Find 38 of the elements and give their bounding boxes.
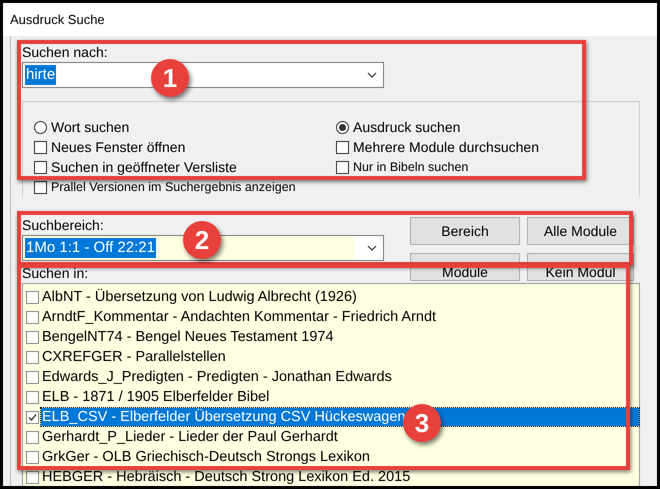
module-item[interactable]: ELB - 1871 / 1905 Elberfelder Bibel xyxy=(41,388,270,406)
module-item[interactable]: Edwards_J_Predigten - Predigten - Jonathan Edwards xyxy=(41,368,392,386)
checkbox-option[interactable]: Mehrere Module durchsuchen xyxy=(336,138,639,156)
checkbox-option[interactable]: Prallel Versionen im Suchergebnis anzeigen xyxy=(34,178,336,196)
list-checkbox[interactable] xyxy=(26,290,39,304)
dialog-button[interactable]: Alle Module xyxy=(527,217,634,245)
module-item[interactable]: GrkGer - OLB Griechisch-Deutsch Strongs Lexikon xyxy=(41,448,370,466)
field-label: Suchbereich: xyxy=(22,217,104,233)
list-checkbox[interactable] xyxy=(26,330,39,344)
list-checkbox[interactable] xyxy=(26,370,39,384)
list-checkbox[interactable] xyxy=(26,450,39,464)
range-value: 1Mo 1:1 - Off 22:21 xyxy=(25,238,156,258)
module-item[interactable]: AlbNT - Übersetzung von Ludwig Albrecht (1926) xyxy=(41,288,357,306)
checkbox-option[interactable]: Suchen in geöffneter Versliste xyxy=(34,158,336,176)
radio-button[interactable]: Ausdruck suchen xyxy=(336,118,639,136)
window-title: Ausdruck Suche xyxy=(10,12,105,27)
module-item[interactable]: BengelNT74 - Bengel Neues Testament 1974 xyxy=(41,328,334,346)
dropdown-caret-icon[interactable] xyxy=(367,245,377,251)
list-checkbox[interactable] xyxy=(26,470,39,484)
list-checkbox[interactable] xyxy=(26,410,39,424)
module-item[interactable]: ArndtF_Kommentar - Andachten Kommentar - Friedrich Arndt xyxy=(41,308,436,326)
module-item[interactable]: Gerhardt_P_Lieder - Lieder der Paul Gerhardt xyxy=(41,428,338,446)
annotation-badge: 1 xyxy=(151,59,189,97)
checkbox-option[interactable]: Nur in Bibeln suchen xyxy=(336,158,639,176)
search-value: hirte xyxy=(25,65,56,85)
dialog-button[interactable]: Bereich xyxy=(410,217,520,245)
radio-button[interactable]: Wort suchen xyxy=(34,118,336,136)
module-item[interactable]: HEBGER - Hebräisch - Deutsch Strong Lexikon Ed. 2015 xyxy=(41,468,410,486)
dropdown-caret-icon[interactable] xyxy=(367,72,377,78)
annotation-badge: 2 xyxy=(183,221,221,259)
field-label: Suchen nach: xyxy=(22,44,108,60)
list-checkbox[interactable] xyxy=(26,350,39,364)
module-item[interactable]: CXREFGER - Parallelstellen xyxy=(41,348,226,366)
field-label: Suchen in: xyxy=(22,265,88,281)
list-checkbox[interactable] xyxy=(26,310,39,324)
list-checkbox[interactable] xyxy=(26,430,39,444)
checkbox-option[interactable]: Neues Fenster öffnen xyxy=(34,138,336,156)
list-checkbox[interactable] xyxy=(26,390,39,404)
